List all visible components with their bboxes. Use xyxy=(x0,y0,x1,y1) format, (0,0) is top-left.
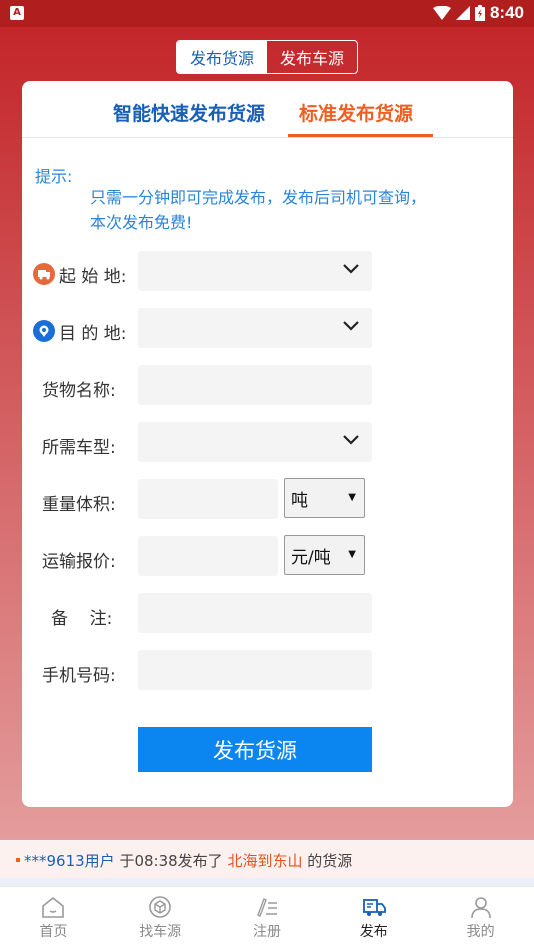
nav-mine[interactable]: 我的 xyxy=(427,887,534,950)
status-icons: 8:40 xyxy=(432,3,524,23)
dropdown-arrow-icon: ▼ xyxy=(348,549,356,560)
toggle-publish-vehicles[interactable]: 发布车源 xyxy=(267,41,357,73)
nav-find-vehicles-label: 找车源 xyxy=(139,924,182,940)
box-icon xyxy=(149,896,171,918)
nav-home-label: 首页 xyxy=(39,924,68,940)
edit-list-icon xyxy=(257,898,277,917)
vehicle-type-select[interactable] xyxy=(138,422,372,462)
origin-label: 起 始 地: xyxy=(59,267,127,287)
price-unit-select[interactable]: 元/吨 ▼ xyxy=(284,535,365,575)
nav-register[interactable]: 注册 xyxy=(214,887,321,950)
ticker-dot xyxy=(16,858,20,862)
active-tab-indicator xyxy=(288,134,433,137)
nav-find-vehicles[interactable]: 找车源 xyxy=(107,887,214,950)
remark-label: 备 注: xyxy=(51,609,113,629)
clock: 8:40 xyxy=(489,3,524,22)
publish-goods-button[interactable]: 发布货源 xyxy=(138,727,372,772)
price-unit-value: 元/吨 xyxy=(291,547,331,568)
nav-publish[interactable]: 发布 xyxy=(320,887,427,950)
hint-line-1: 只需一分钟即可完成发布，发布后司机可查询， xyxy=(90,188,427,207)
phone-input[interactable] xyxy=(138,650,372,690)
app-notification-icon: A xyxy=(10,6,24,20)
goods-name-input[interactable] xyxy=(138,365,372,405)
hint-line-2: 本次发布免费! xyxy=(90,213,193,232)
hint-text: 只需一分钟即可完成发布，发布后司机可查询， 本次发布免费! xyxy=(90,185,490,235)
dropdown-arrow-icon: ▼ xyxy=(348,492,356,503)
signal-icon xyxy=(455,6,470,20)
ticker-mid: 于08:38发布了 xyxy=(114,851,228,870)
nav-mine-label: 我的 xyxy=(466,924,495,940)
ticker-route: 北海到东山 xyxy=(227,851,303,870)
status-bar: A 8:40 xyxy=(0,0,534,27)
tab-smart-publish[interactable]: 智能快速发布货源 xyxy=(113,99,265,126)
bottom-nav: 首页 找车源 注册 发布 我的 xyxy=(0,886,534,950)
origin-truck-icon xyxy=(33,263,55,285)
toggle-publish-goods[interactable]: 发布货源 xyxy=(177,41,267,73)
destination-select[interactable] xyxy=(138,308,372,348)
nav-home[interactable]: 首页 xyxy=(0,887,107,950)
price-label: 运输报价: xyxy=(42,552,116,572)
goods-name-label: 货物名称: xyxy=(42,381,116,401)
hint-label: 提示: xyxy=(35,167,73,186)
weight-unit-select[interactable]: 吨 ▼ xyxy=(284,478,365,518)
chevron-down-icon xyxy=(343,435,359,445)
person-icon xyxy=(470,897,491,919)
remark-input[interactable] xyxy=(138,593,372,633)
destination-label: 目 的 地: xyxy=(59,324,127,344)
weight-volume-input[interactable] xyxy=(138,479,278,519)
battery-icon xyxy=(474,5,485,21)
chevron-down-icon xyxy=(343,264,359,274)
destination-pin-icon xyxy=(33,320,55,342)
publish-form-card: 智能快速发布货源 标准发布货源 提示: 只需一分钟即可完成发布，发布后司机可查询… xyxy=(22,81,513,807)
ticker-tail: 的货源 xyxy=(302,851,353,870)
truck-icon xyxy=(362,899,386,916)
phone-label: 手机号码: xyxy=(42,666,116,686)
tab-standard-publish[interactable]: 标准发布货源 xyxy=(299,99,413,126)
publish-type-toggle: 发布货源 发布车源 xyxy=(176,40,358,74)
ticker-user: ***9613用户 xyxy=(24,851,115,870)
home-icon xyxy=(42,896,65,918)
nav-register-label: 注册 xyxy=(252,924,281,940)
chevron-down-icon xyxy=(343,321,359,331)
recent-publish-ticker[interactable]: ***9613用户 于08:38发布了 北海到东山 的货源 xyxy=(0,842,534,878)
vehicle-type-label: 所需车型: xyxy=(42,438,116,458)
mode-tabs: 智能快速发布货源 标准发布货源 xyxy=(22,81,513,138)
wifi-icon xyxy=(432,6,451,20)
weight-volume-label: 重量体积: xyxy=(42,495,116,515)
origin-select[interactable] xyxy=(138,251,372,291)
divider-strip xyxy=(0,878,534,886)
weight-unit-value: 吨 xyxy=(291,490,308,511)
nav-publish-label: 发布 xyxy=(359,924,388,940)
price-input[interactable] xyxy=(138,536,278,576)
